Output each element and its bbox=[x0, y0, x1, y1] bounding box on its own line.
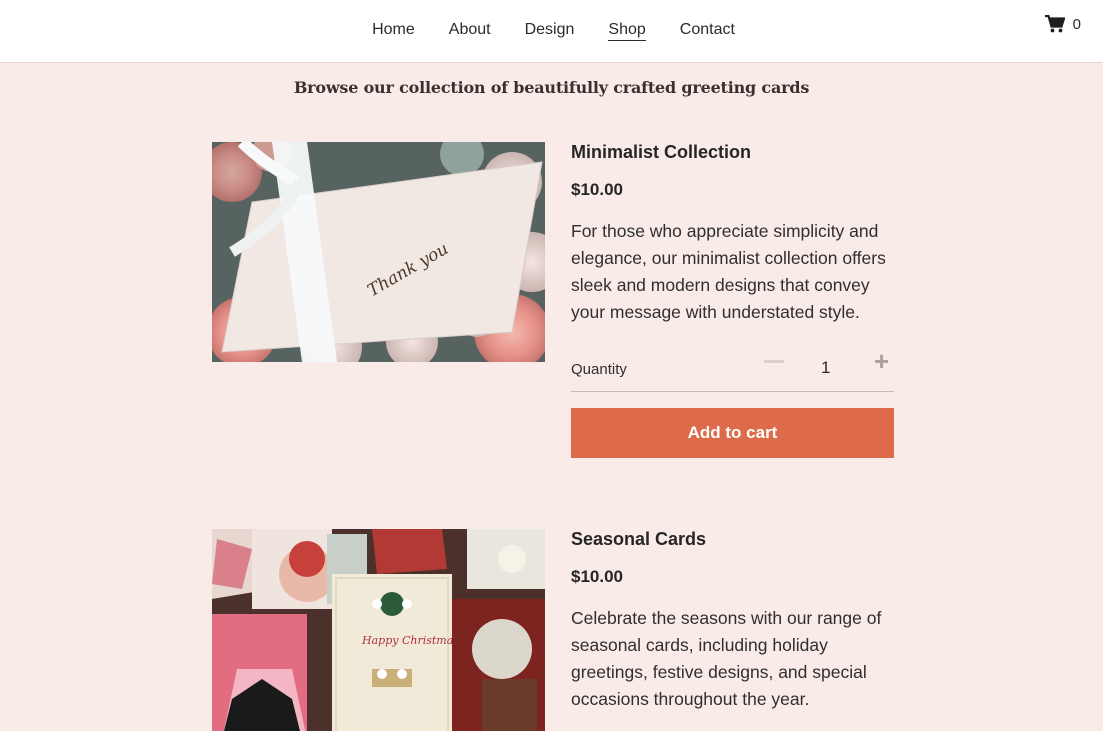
quantity-selector: Quantity 1 + bbox=[571, 348, 894, 392]
shopping-cart-icon bbox=[1044, 15, 1065, 33]
product-title[interactable]: Minimalist Collection bbox=[571, 142, 894, 162]
product-description: Celebrate the seasons with our range of … bbox=[571, 608, 882, 709]
product-price: $10.00 bbox=[571, 180, 623, 199]
nav-home[interactable]: Home bbox=[372, 20, 415, 41]
product-title[interactable]: Seasonal Cards bbox=[571, 529, 894, 549]
product-price: $10.00 bbox=[571, 567, 623, 586]
product-description: For those who appreciate simplicity and … bbox=[571, 221, 886, 322]
cart-button[interactable]: 0 bbox=[1044, 15, 1081, 33]
site-header: Home About Design Shop Contact 0 bbox=[0, 0, 1103, 63]
quantity-label: Quantity bbox=[571, 361, 627, 378]
product-image[interactable]: Thank you bbox=[212, 142, 545, 362]
nav-shop[interactable]: Shop bbox=[608, 20, 646, 41]
main-nav: Home About Design Shop Contact bbox=[0, 20, 1103, 41]
quantity-input[interactable]: 1 bbox=[821, 358, 830, 378]
cart-count: 0 bbox=[1072, 15, 1081, 33]
product-info: Seasonal Cards $10.00 Celebrate the seas… bbox=[571, 529, 894, 713]
nav-about[interactable]: About bbox=[449, 20, 491, 41]
product-image[interactable]: Happy Christmas to You bbox=[212, 529, 545, 731]
plus-icon[interactable]: + bbox=[874, 348, 889, 374]
nav-design[interactable]: Design bbox=[525, 20, 575, 41]
shop-tagline: Browse our collection of beautifully cra… bbox=[293, 78, 810, 97]
add-to-cart-button[interactable]: Add to cart bbox=[571, 408, 894, 458]
nav-contact[interactable]: Contact bbox=[680, 20, 735, 41]
minus-icon[interactable] bbox=[764, 360, 784, 363]
product-info: Minimalist Collection $10.00 For those w… bbox=[571, 142, 894, 458]
